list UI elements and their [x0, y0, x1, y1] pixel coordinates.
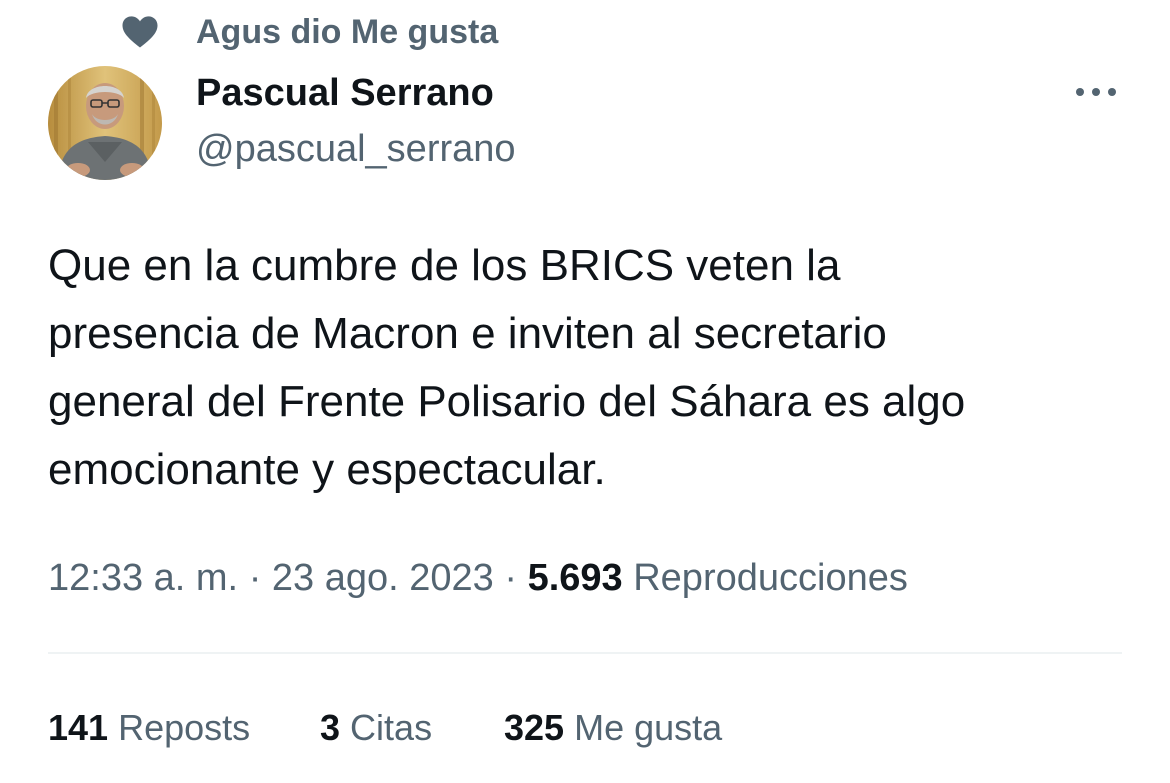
tweet-meta: 12:33 a. m. · 23 ago. 2023 · 5.693 Repro… — [48, 552, 908, 604]
tweet-time[interactable]: 12:33 a. m. — [48, 557, 238, 599]
likes-label: Me gusta — [574, 707, 723, 748]
views-label: Reproducciones — [633, 557, 908, 599]
meta-separator: · — [248, 557, 262, 599]
social-context-text[interactable]: Agus dio Me gusta — [196, 10, 498, 54]
more-dots-icon — [1074, 85, 1118, 103]
quotes-stat[interactable]: 3 Citas — [320, 702, 432, 754]
tweet-text: Que en la cumbre de los BRICS veten la p… — [48, 241, 966, 494]
meta-separator: · — [504, 557, 518, 599]
display-name[interactable]: Pascual Serrano — [196, 68, 494, 118]
views-count: 5.693 — [527, 557, 623, 599]
quotes-count: 3 — [320, 707, 341, 748]
reposts-stat[interactable]: 141 Reposts — [48, 702, 250, 754]
more-options-button[interactable] — [1068, 76, 1124, 112]
divider — [48, 652, 1122, 654]
avatar[interactable] — [48, 66, 162, 180]
quotes-label: Citas — [350, 707, 433, 748]
heart-icon — [120, 12, 160, 52]
likes-count: 325 — [504, 707, 565, 748]
likes-stat[interactable]: 325 Me gusta — [504, 702, 722, 754]
tweet-date[interactable]: 23 ago. 2023 — [272, 557, 494, 599]
social-context — [120, 10, 160, 54]
user-handle[interactable]: @pascual_serrano — [196, 124, 516, 174]
reposts-label: Reposts — [118, 707, 251, 748]
reposts-count: 141 — [48, 707, 109, 748]
